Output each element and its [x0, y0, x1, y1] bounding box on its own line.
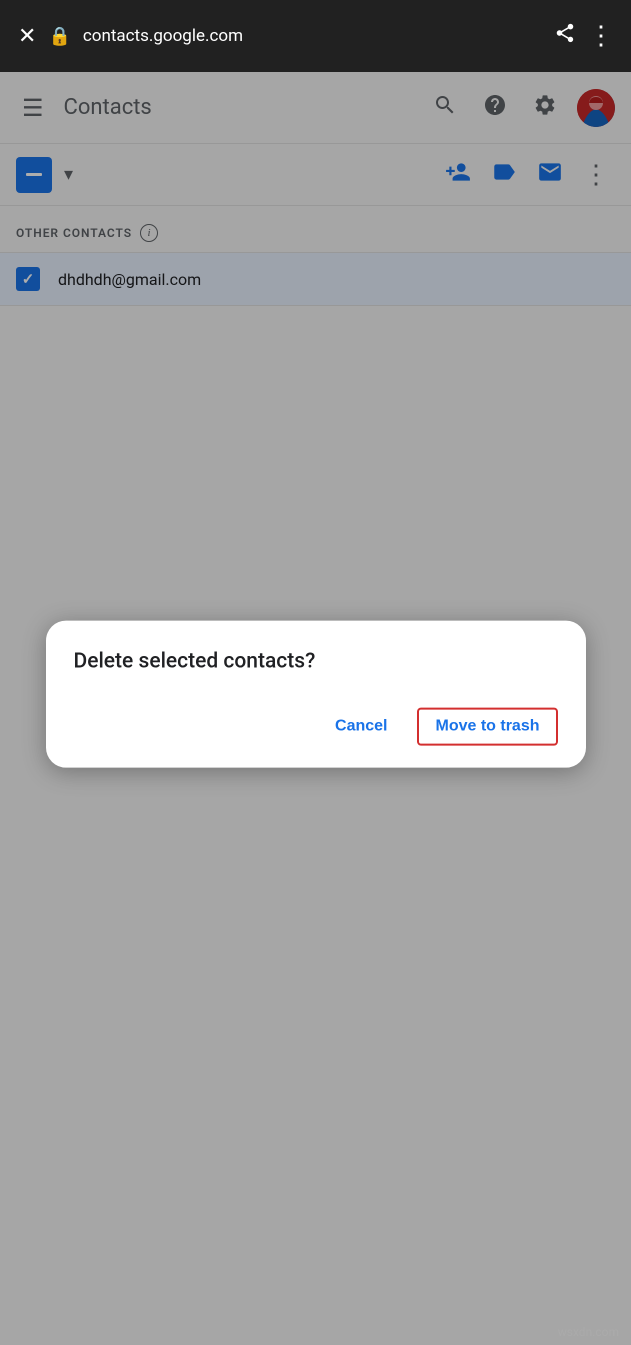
- browser-menu-icon[interactable]: ⋮: [588, 21, 613, 51]
- dialog-actions: Cancel Move to trash: [74, 707, 558, 745]
- delete-dialog: Delete selected contacts? Cancel Move to…: [46, 620, 586, 767]
- cancel-button[interactable]: Cancel: [323, 709, 399, 743]
- browser-lock-icon: 🔒: [48, 26, 70, 47]
- browser-url-text: contacts.google.com: [83, 26, 243, 46]
- browser-bar: ✕ 🔒 contacts.google.com ⋮: [0, 0, 631, 72]
- browser-close-icon[interactable]: ✕: [18, 24, 36, 49]
- modal-overlay[interactable]: Delete selected contacts? Cancel Move to…: [0, 72, 631, 1345]
- browser-url-bar[interactable]: contacts.google.com: [83, 26, 542, 46]
- browser-share-icon[interactable]: [554, 22, 576, 50]
- move-to-trash-button[interactable]: Move to trash: [417, 707, 557, 745]
- page-background: ☰ Contacts: [0, 72, 631, 1345]
- dialog-title: Delete selected contacts?: [74, 648, 558, 675]
- contacts-app: ☰ Contacts: [0, 72, 631, 1345]
